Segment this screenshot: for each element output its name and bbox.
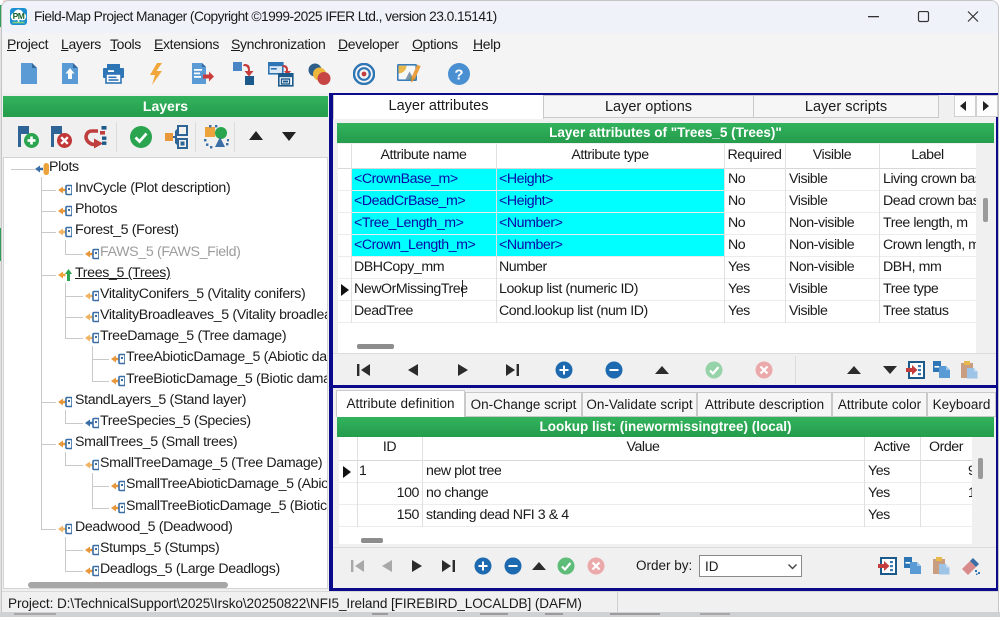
svg-text:PM: PM [13,11,25,21]
svg-text:?: ? [454,66,463,83]
